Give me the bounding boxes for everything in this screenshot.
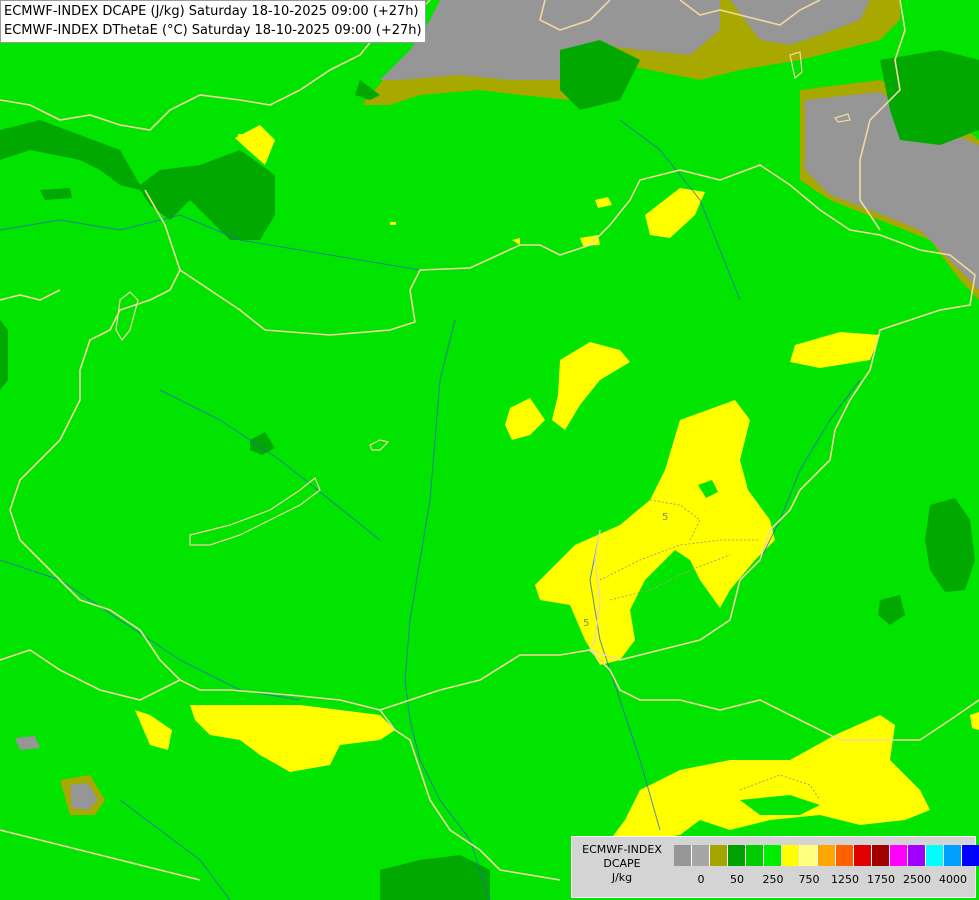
map-title-dcape: ECMWF-INDEX DCAPE (J/kg) Saturday 18-10-… [4, 4, 419, 19]
legend-swatch [854, 845, 872, 866]
legend-tick-label: 50 [730, 873, 744, 886]
legend-swatch [728, 845, 746, 866]
legend-swatch [926, 845, 944, 866]
map-title-box: ECMWF-INDEX DCAPE (J/kg) Saturday 18-10-… [0, 0, 426, 43]
color-legend: ECMWF-INDEX DCAPE J/kg 0 50 250 750 1250 1750… [571, 836, 979, 898]
legend-parameter: DCAPE [603, 857, 641, 870]
legend-tick-label: 250 [762, 873, 784, 886]
legend-tick-label: 1750 [867, 873, 895, 886]
legend-swatch [746, 845, 764, 866]
legend-swatch [836, 845, 854, 866]
legend-ticks: 0 50 250 750 1250 1750 2500 4000 [674, 873, 974, 889]
dcape-map: 5 5 [0, 0, 979, 900]
legend-swatch [890, 845, 908, 866]
legend-swatches [674, 845, 979, 867]
legend-model: ECMWF-INDEX [582, 843, 662, 856]
legend-tick-label: 750 [798, 873, 820, 886]
legend-unit: J/kg [611, 871, 633, 884]
map-title-dthetae: ECMWF-INDEX DThetaE (°C) Saturday 18-10-… [4, 23, 422, 38]
legend-swatch [818, 845, 836, 866]
legend-tick-label: 0 [697, 873, 705, 886]
legend-swatch [782, 845, 800, 866]
legend-swatch [674, 845, 692, 866]
legend-swatch [692, 845, 710, 866]
legend-swatch [710, 845, 728, 866]
legend-swatch [962, 845, 979, 866]
legend-tick-label: 4000 [939, 873, 967, 886]
contour-label: 5 [662, 512, 668, 523]
legend-swatch [800, 845, 818, 866]
legend-swatch [872, 845, 890, 866]
legend-swatch [944, 845, 962, 866]
legend-swatch [764, 845, 782, 866]
legend-label: ECMWF-INDEX DCAPE J/kg [572, 843, 672, 885]
contour-label: 5 [583, 618, 589, 629]
legend-tick-label: 2500 [903, 873, 931, 886]
legend-swatch [908, 845, 926, 866]
legend-tick-label: 1250 [831, 873, 859, 886]
